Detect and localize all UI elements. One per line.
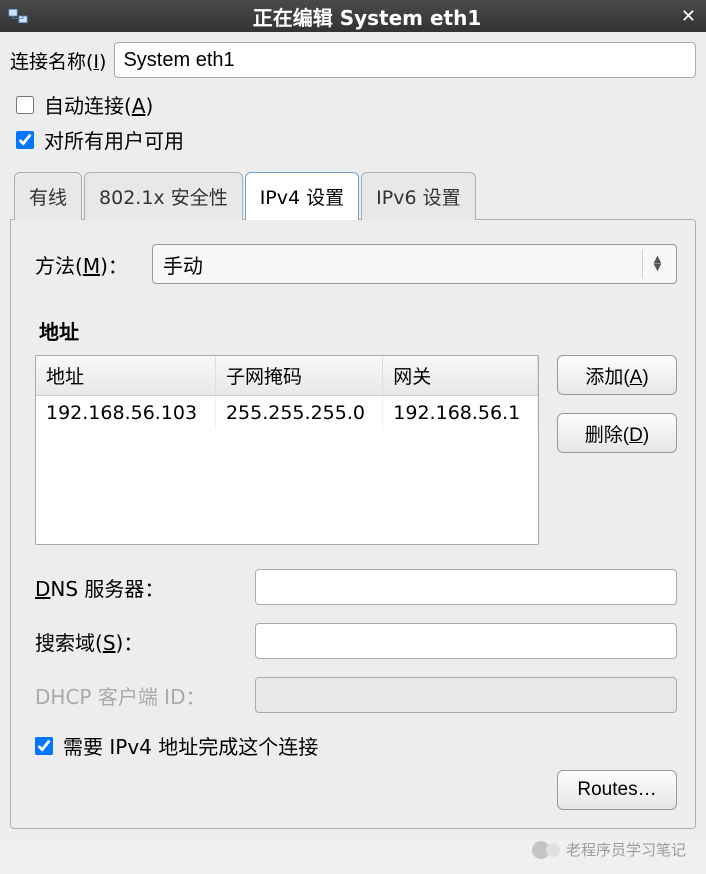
search-domain-row: 搜索域(S)： — [35, 623, 677, 659]
autoconnect-checkbox[interactable] — [16, 96, 34, 114]
routes-row: Routes… — [35, 770, 677, 810]
dhcp-client-input — [255, 677, 677, 713]
tab-ipv4[interactable]: IPv4 设置 — [245, 172, 359, 220]
table-header-row: 地址 子网掩码 网关 — [36, 356, 538, 396]
addresses-buttons: 添加(A) 删除(D) — [557, 355, 677, 545]
connection-name-input[interactable] — [114, 42, 696, 78]
add-button[interactable]: 添加(A) — [557, 355, 677, 395]
require-ipv4-row: 需要 IPv4 地址完成这个连接 — [35, 731, 677, 760]
method-row: 方法(M)： 手动 ▲▼ — [35, 244, 677, 284]
dns-row: DNS 服务器： — [35, 569, 677, 605]
connection-name-label: 连接名称(I) — [10, 47, 106, 74]
dns-input[interactable] — [255, 569, 677, 605]
dns-label: DNS 服务器： — [35, 573, 255, 602]
all-users-label: 对所有用户可用 — [44, 125, 184, 154]
col-gateway[interactable]: 网关 — [383, 356, 538, 396]
require-ipv4-checkbox[interactable] — [35, 737, 53, 755]
addresses-title: 地址 — [39, 316, 677, 345]
window-title: 正在编辑 System eth1 — [36, 2, 698, 31]
routes-button[interactable]: Routes… — [557, 770, 677, 810]
cell-gateway[interactable]: 192.168.56.1 — [383, 396, 538, 431]
tabs: 有线 802.1x 安全性 IPv4 设置 IPv6 设置 — [10, 172, 696, 220]
require-ipv4-label: 需要 IPv4 地址完成这个连接 — [63, 731, 318, 760]
dhcp-client-row: DHCP 客户端 ID： — [35, 677, 677, 713]
table-row[interactable]: 192.168.56.103 255.255.255.0 192.168.56.… — [36, 396, 538, 431]
delete-button[interactable]: 删除(D) — [557, 413, 677, 453]
tab-ipv6[interactable]: IPv6 设置 — [361, 172, 475, 220]
dhcp-client-label: DHCP 客户端 ID： — [35, 681, 255, 710]
method-label: 方法(M)： — [35, 250, 128, 279]
watermark-icon — [546, 843, 560, 857]
search-domain-label: 搜索域(S)： — [35, 627, 255, 656]
tab-8021x[interactable]: 802.1x 安全性 — [84, 172, 243, 220]
col-address[interactable]: 地址 — [36, 356, 215, 396]
dropdown-spinner-icon: ▲▼ — [642, 250, 666, 278]
addresses-table[interactable]: 地址 子网掩码 网关 192.168.56.103 255.255.255.0 … — [35, 355, 539, 545]
dialog-content: 连接名称(I) 自动连接(A) 对所有用户可用 有线 802.1x 安全性 IP… — [0, 32, 706, 839]
titlebar: 正在编辑 System eth1 ✕ — [0, 0, 706, 32]
tab-wired[interactable]: 有线 — [14, 172, 82, 220]
window: 正在编辑 System eth1 ✕ 连接名称(I) 自动连接(A) 对所有用户… — [0, 0, 706, 839]
network-icon — [8, 8, 28, 24]
watermark: 老程序员学习笔记 — [532, 839, 686, 860]
all-users-checkbox[interactable] — [16, 131, 34, 149]
cell-netmask[interactable]: 255.255.255.0 — [215, 396, 382, 431]
search-domain-input[interactable] — [255, 623, 677, 659]
col-netmask[interactable]: 子网掩码 — [215, 356, 382, 396]
all-users-row: 对所有用户可用 — [16, 125, 696, 154]
method-select[interactable]: 手动 ▲▼ — [152, 244, 677, 284]
ipv4-panel: 方法(M)： 手动 ▲▼ 地址 地址 子网掩码 — [10, 219, 696, 829]
autoconnect-row: 自动连接(A) — [16, 90, 696, 119]
close-icon[interactable]: ✕ — [681, 6, 696, 27]
method-value: 手动 — [163, 250, 203, 279]
cell-address[interactable]: 192.168.56.103 — [36, 396, 215, 431]
connection-name-row: 连接名称(I) — [10, 42, 696, 78]
autoconnect-label: 自动连接(A) — [44, 90, 153, 119]
watermark-text: 老程序员学习笔记 — [566, 839, 686, 860]
addresses-area: 地址 子网掩码 网关 192.168.56.103 255.255.255.0 … — [35, 355, 677, 545]
